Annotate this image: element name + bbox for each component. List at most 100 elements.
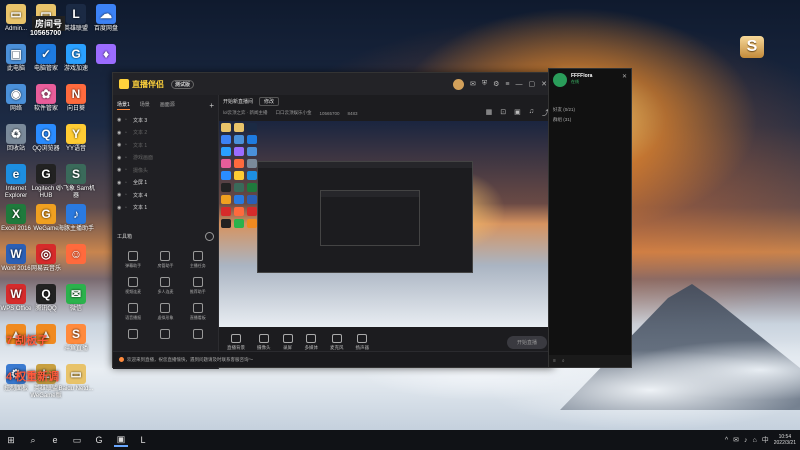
message-icon[interactable]: ✉ bbox=[470, 80, 476, 88]
tab-scene-1[interactable]: 场景1 bbox=[117, 101, 130, 110]
league-icon[interactable]: L bbox=[136, 433, 150, 447]
speaker-button[interactable]: 扬声器 bbox=[356, 333, 369, 351]
volume-icon[interactable]: ♪ bbox=[744, 437, 748, 444]
lock-icon[interactable]: ▫ bbox=[125, 155, 133, 161]
tool-button[interactable] bbox=[182, 329, 214, 341]
tab-sources[interactable]: 画面源 bbox=[160, 101, 175, 110]
lock-icon[interactable]: ▫ bbox=[125, 205, 133, 211]
desktop-icon[interactable]: S 小飞象 Sam机器 bbox=[56, 164, 96, 200]
menu-icon[interactable]: ≡ bbox=[505, 81, 509, 88]
desktop-icon[interactable]: ▭ Baidu Netd... bbox=[56, 364, 96, 393]
close-icon[interactable]: ✕ bbox=[541, 80, 547, 88]
tool-button[interactable]: 直播看板 bbox=[182, 303, 214, 321]
tool-button[interactable]: 房管助手 bbox=[149, 251, 181, 269]
desktop-icon[interactable]: S 斗鱼直播 bbox=[56, 324, 96, 353]
network-icon[interactable]: ⌂ bbox=[753, 437, 757, 444]
source-item[interactable]: ◉ ▫ 文本 1 bbox=[113, 202, 218, 215]
tool-button[interactable]: 推荐助手 bbox=[182, 277, 214, 295]
tool-button[interactable]: 视频连麦 bbox=[117, 277, 149, 295]
bell-icon[interactable]: ♫ bbox=[529, 108, 534, 118]
tool-button[interactable] bbox=[149, 329, 181, 341]
tool-button[interactable]: 虚拟形象 bbox=[149, 303, 181, 321]
maximize-icon[interactable]: ▢ bbox=[529, 80, 536, 88]
tab-scene[interactable]: 场景 bbox=[140, 101, 150, 110]
visibility-eye-icon[interactable]: ◉ bbox=[117, 180, 125, 186]
visibility-eye-icon[interactable]: ◉ bbox=[117, 142, 125, 148]
lock-icon[interactable]: ▫ bbox=[125, 130, 133, 136]
source-item[interactable]: ◉ ▫ 文本 3 bbox=[113, 114, 218, 127]
visibility-eye-icon[interactable]: ◉ bbox=[117, 130, 125, 136]
toolbox-settings-icon[interactable] bbox=[205, 232, 214, 241]
settings-icon[interactable]: ⚙ bbox=[493, 80, 499, 88]
chat-menu-icon[interactable]: ≡ bbox=[553, 358, 556, 364]
tool-button[interactable]: 语音播报 bbox=[117, 303, 149, 321]
chat-list-item[interactable]: 群组 (31) bbox=[549, 115, 631, 125]
tool-button[interactable]: 主播任务 bbox=[182, 251, 214, 269]
user-avatar[interactable] bbox=[453, 78, 464, 90]
start-button[interactable]: ⊞ bbox=[4, 433, 18, 447]
stream-preview[interactable] bbox=[219, 121, 555, 327]
desktop-icon[interactable]: N 向日葵 bbox=[56, 84, 96, 113]
desktop-icon[interactable]: ♦ bbox=[86, 44, 126, 66]
layout-icon[interactable]: ▦ bbox=[486, 108, 493, 118]
ime-indicator[interactable]: 中 bbox=[762, 435, 769, 445]
desktop-icon[interactable]: Y YY语音 bbox=[56, 124, 96, 153]
tool-grid: 弹幕助手 房管助手 主播任务视频连麦 多人连麦 推荐助手语音播报 虚拟形象 直播看板 bbox=[113, 245, 218, 347]
camera-button[interactable]: 摄像头 bbox=[257, 333, 271, 351]
minimize-icon[interactable]: — bbox=[516, 81, 523, 88]
lock-icon[interactable]: ▫ bbox=[125, 180, 133, 186]
source-item[interactable]: ◉ ▫ 摄像头 bbox=[113, 164, 218, 177]
tool-label: 多人连麦 bbox=[157, 289, 174, 294]
desktop-icon[interactable]: ☺ bbox=[56, 244, 96, 266]
tool-button[interactable]: 多人连麦 bbox=[149, 277, 181, 295]
source-item[interactable]: ◉ ▫ 文本 1 bbox=[113, 139, 218, 152]
chat-search-icon[interactable]: ⌕ bbox=[562, 358, 565, 364]
chat-close-icon[interactable]: ✕ bbox=[622, 73, 627, 101]
screen-record-button[interactable]: 录屏 bbox=[282, 333, 293, 351]
shield-icon[interactable]: ⛨ bbox=[482, 80, 487, 88]
chat-list-item[interactable]: 好友 (0/21) bbox=[549, 105, 631, 115]
streaming-app-taskbar-icon[interactable]: ▣ bbox=[114, 433, 128, 447]
source-item[interactable]: ◉ ▫ 全屏 1 bbox=[113, 177, 218, 190]
tool-icon bbox=[128, 303, 139, 313]
visibility-eye-icon[interactable]: ◉ bbox=[117, 192, 125, 198]
clock[interactable]: 10:54 2022/3/21 bbox=[774, 434, 796, 446]
media-button[interactable]: 多媒体 bbox=[305, 333, 318, 351]
explorer-icon[interactable]: ▭ bbox=[70, 433, 84, 447]
tray-mail-icon[interactable]: ✉ bbox=[733, 436, 739, 444]
visibility-eye-icon[interactable]: ◉ bbox=[117, 117, 125, 123]
clock-date: 2022/3/21 bbox=[773, 440, 796, 446]
main-area: 开始新直播间 修改 lol云顶之弈 · 新闻主播 口口云顶娱乐小金 105657… bbox=[219, 95, 555, 369]
edit-room-button[interactable]: 修改 bbox=[259, 96, 280, 106]
desktop-icon[interactable]: ✉ 微信 bbox=[56, 284, 96, 313]
desktop-icon[interactable]: ♪ 海豚主播助手 bbox=[56, 204, 96, 233]
tray-expand-icon[interactable]: ^ bbox=[725, 437, 728, 444]
add-scene-icon[interactable]: + bbox=[209, 101, 214, 110]
background-button[interactable]: 直播背景 bbox=[227, 333, 245, 351]
search-icon[interactable]: ⌕ bbox=[26, 433, 40, 447]
lock-icon[interactable]: ▫ bbox=[125, 192, 133, 198]
microphone-button[interactable]: 麦克风 bbox=[330, 333, 344, 351]
lock-icon[interactable]: ▫ bbox=[125, 167, 133, 173]
douyu-floating-logo[interactable]: S bbox=[740, 36, 764, 58]
app-icon: ▣ bbox=[6, 44, 26, 64]
tool-button[interactable] bbox=[117, 329, 149, 341]
visibility-eye-icon[interactable]: ◉ bbox=[117, 205, 125, 211]
start-live-button[interactable]: 开始直播 bbox=[506, 335, 547, 349]
tool-button[interactable]: 弹幕助手 bbox=[117, 251, 149, 269]
lock-icon[interactable]: ▫ bbox=[125, 142, 133, 148]
source-item[interactable]: ◉ ▫ 文本 2 bbox=[113, 127, 218, 140]
lock-icon[interactable]: ▫ bbox=[125, 117, 133, 123]
source-item[interactable]: ◉ ▫ 文本 4 bbox=[113, 189, 218, 202]
version-badge[interactable]: 测试版 bbox=[171, 79, 195, 89]
lock-icon[interactable]: ⊡ bbox=[500, 108, 506, 118]
record-icon[interactable]: ▣ bbox=[514, 108, 521, 118]
edge-icon[interactable]: e bbox=[48, 433, 62, 447]
visibility-eye-icon[interactable]: ◉ bbox=[117, 155, 125, 161]
desktop-icon[interactable]: ☁ 百度网盘 bbox=[86, 4, 126, 33]
logitech-icon[interactable]: G bbox=[92, 433, 106, 447]
tool-icon bbox=[160, 251, 171, 261]
visibility-eye-icon[interactable]: ◉ bbox=[117, 167, 125, 173]
source-item[interactable]: ◉ ▫ 游戏画面 bbox=[113, 152, 218, 165]
chat-avatar[interactable] bbox=[553, 73, 567, 87]
